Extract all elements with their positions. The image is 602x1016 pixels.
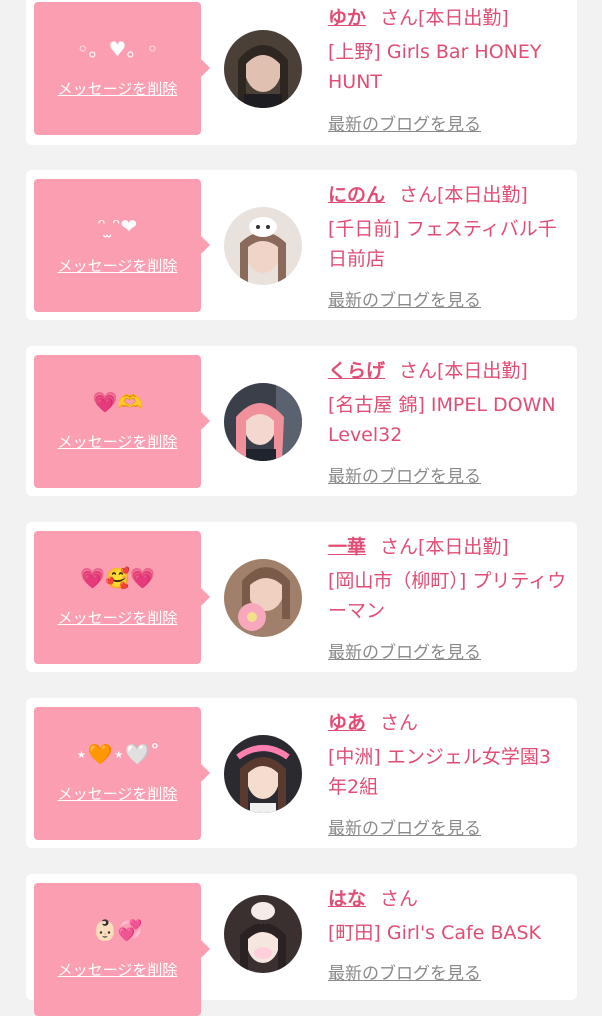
delete-message-link[interactable]: メッセージを削除 xyxy=(34,607,201,628)
cast-info: ゆあ さん [中洲] エンジェル女学園3年2組 xyxy=(328,710,568,802)
blog-link[interactable]: 最新のブログを見る xyxy=(328,814,481,839)
avatar[interactable] xyxy=(224,735,302,813)
message-bubble: 💗🫶 メッセージを削除 xyxy=(34,355,210,488)
delete-message-link[interactable]: メッセージを削除 xyxy=(34,255,201,276)
message-emoji: 💗🥰💗 xyxy=(80,566,155,590)
message-card: 💗🥰💗 メッセージを削除 一華 さん[本日出勤] [岡山市（柳町）] プリティウー… xyxy=(26,522,577,672)
cast-info: にのん さん[本日出勤] [千日前] フェスティバル千日前店 xyxy=(328,182,568,274)
avatar[interactable] xyxy=(224,895,302,973)
message-bubble: ⋆🧡⋆🤍˚ メッセージを削除 xyxy=(34,707,210,840)
message-bubble: 👶🏻💞 メッセージを削除 xyxy=(34,883,210,1016)
message-emoji: 👶🏻💞 xyxy=(92,918,143,942)
message-bubble: ᵔ ̫ᵔ❤ メッセージを削除 xyxy=(34,179,210,312)
message-emoji: ᵔ ̫ᵔ❤ xyxy=(97,214,138,238)
message-emoji: ⋆🧡⋆🤍˚ xyxy=(75,742,160,766)
message-bubble: ◦。♥。◦ メッセージを削除 xyxy=(34,2,210,135)
message-card: ⋆🧡⋆🤍˚ メッセージを削除 ゆあ さん [中洲] エンジェル女学園3年2組 最新… xyxy=(26,698,577,848)
cast-status: さん[本日出勤] xyxy=(399,184,528,206)
delete-message-link[interactable]: メッセージを削除 xyxy=(34,959,201,980)
name-line: にのん さん[本日出勤] xyxy=(328,182,568,208)
cast-info: 一華 さん[本日出勤] [岡山市（柳町）] プリティウーマン xyxy=(328,534,568,626)
cast-status: さん[本日出勤] xyxy=(380,7,509,29)
cast-name-link[interactable]: ゆか xyxy=(328,7,366,29)
message-bubble: 💗🥰💗 メッセージを削除 xyxy=(34,531,210,664)
name-line: ゆあ さん xyxy=(328,710,568,736)
cast-name-link[interactable]: はな xyxy=(328,888,366,910)
avatar[interactable] xyxy=(224,30,302,108)
cast-info: ゆか さん[本日出勤] [上野] Girls Bar HONEY HUNT xyxy=(328,5,568,97)
delete-message-link[interactable]: メッセージを削除 xyxy=(34,431,201,452)
shop-name: [千日前] フェスティバル千日前店 xyxy=(328,218,557,270)
cast-name-link[interactable]: ゆあ xyxy=(328,712,366,734)
blog-link[interactable]: 最新のブログを見る xyxy=(328,959,481,984)
blog-link[interactable]: 最新のブログを見る xyxy=(328,462,481,487)
shop-name: [上野] Girls Bar HONEY HUNT xyxy=(328,41,542,93)
avatar[interactable] xyxy=(224,383,302,461)
avatar[interactable] xyxy=(224,207,302,285)
blog-link[interactable]: 最新のブログを見る xyxy=(328,110,481,135)
delete-message-link[interactable]: メッセージを削除 xyxy=(34,78,201,99)
message-card: 💗🫶 メッセージを削除 くらげ さん[本日出勤] [名古屋 錦] IMPEL DO… xyxy=(26,346,577,496)
cast-status: さん xyxy=(380,888,419,910)
name-line: 一華 さん[本日出勤] xyxy=(328,534,568,560)
cast-info: はな さん [町田] Girl's Cafe BASK xyxy=(328,886,568,948)
shop-name: [中洲] エンジェル女学園3年2組 xyxy=(328,746,551,798)
name-line: くらげ さん[本日出勤] xyxy=(328,358,568,384)
message-emoji: 💗🫶 xyxy=(92,390,143,414)
shop-name: [岡山市（柳町）] プリティウーマン xyxy=(328,570,567,622)
message-card: ◦。♥。◦ メッセージを削除 ゆか さん[本日出勤] [上野] Girls Bar… xyxy=(26,0,577,145)
blog-link[interactable]: 最新のブログを見る xyxy=(328,638,481,663)
cast-status: さん[本日出勤] xyxy=(399,360,528,382)
message-card: ᵔ ̫ᵔ❤ メッセージを削除 にのん さん[本日出勤] [千日前] フェスティバル… xyxy=(26,170,577,320)
cast-info: くらげ さん[本日出勤] [名古屋 錦] IMPEL DOWN Level32 xyxy=(328,358,568,450)
avatar[interactable] xyxy=(224,559,302,637)
name-line: はな さん xyxy=(328,886,568,912)
shop-name: [町田] Girl's Cafe BASK xyxy=(328,922,541,944)
message-card: 👶🏻💞 メッセージを削除 はな さん [町田] Girl's Cafe BASK … xyxy=(26,874,577,1016)
cast-status: さん[本日出勤] xyxy=(380,536,509,558)
cast-name-link[interactable]: くらげ xyxy=(328,360,385,382)
message-emoji: ◦。♥。◦ xyxy=(76,37,159,61)
cast-status: さん xyxy=(380,712,419,734)
cast-name-link[interactable]: 一華 xyxy=(328,536,366,558)
shop-name: [名古屋 錦] IMPEL DOWN Level32 xyxy=(328,394,556,446)
cast-name-link[interactable]: にのん xyxy=(328,184,385,206)
name-line: ゆか さん[本日出勤] xyxy=(328,5,568,31)
delete-message-link[interactable]: メッセージを削除 xyxy=(34,783,201,804)
blog-link[interactable]: 最新のブログを見る xyxy=(328,286,481,311)
